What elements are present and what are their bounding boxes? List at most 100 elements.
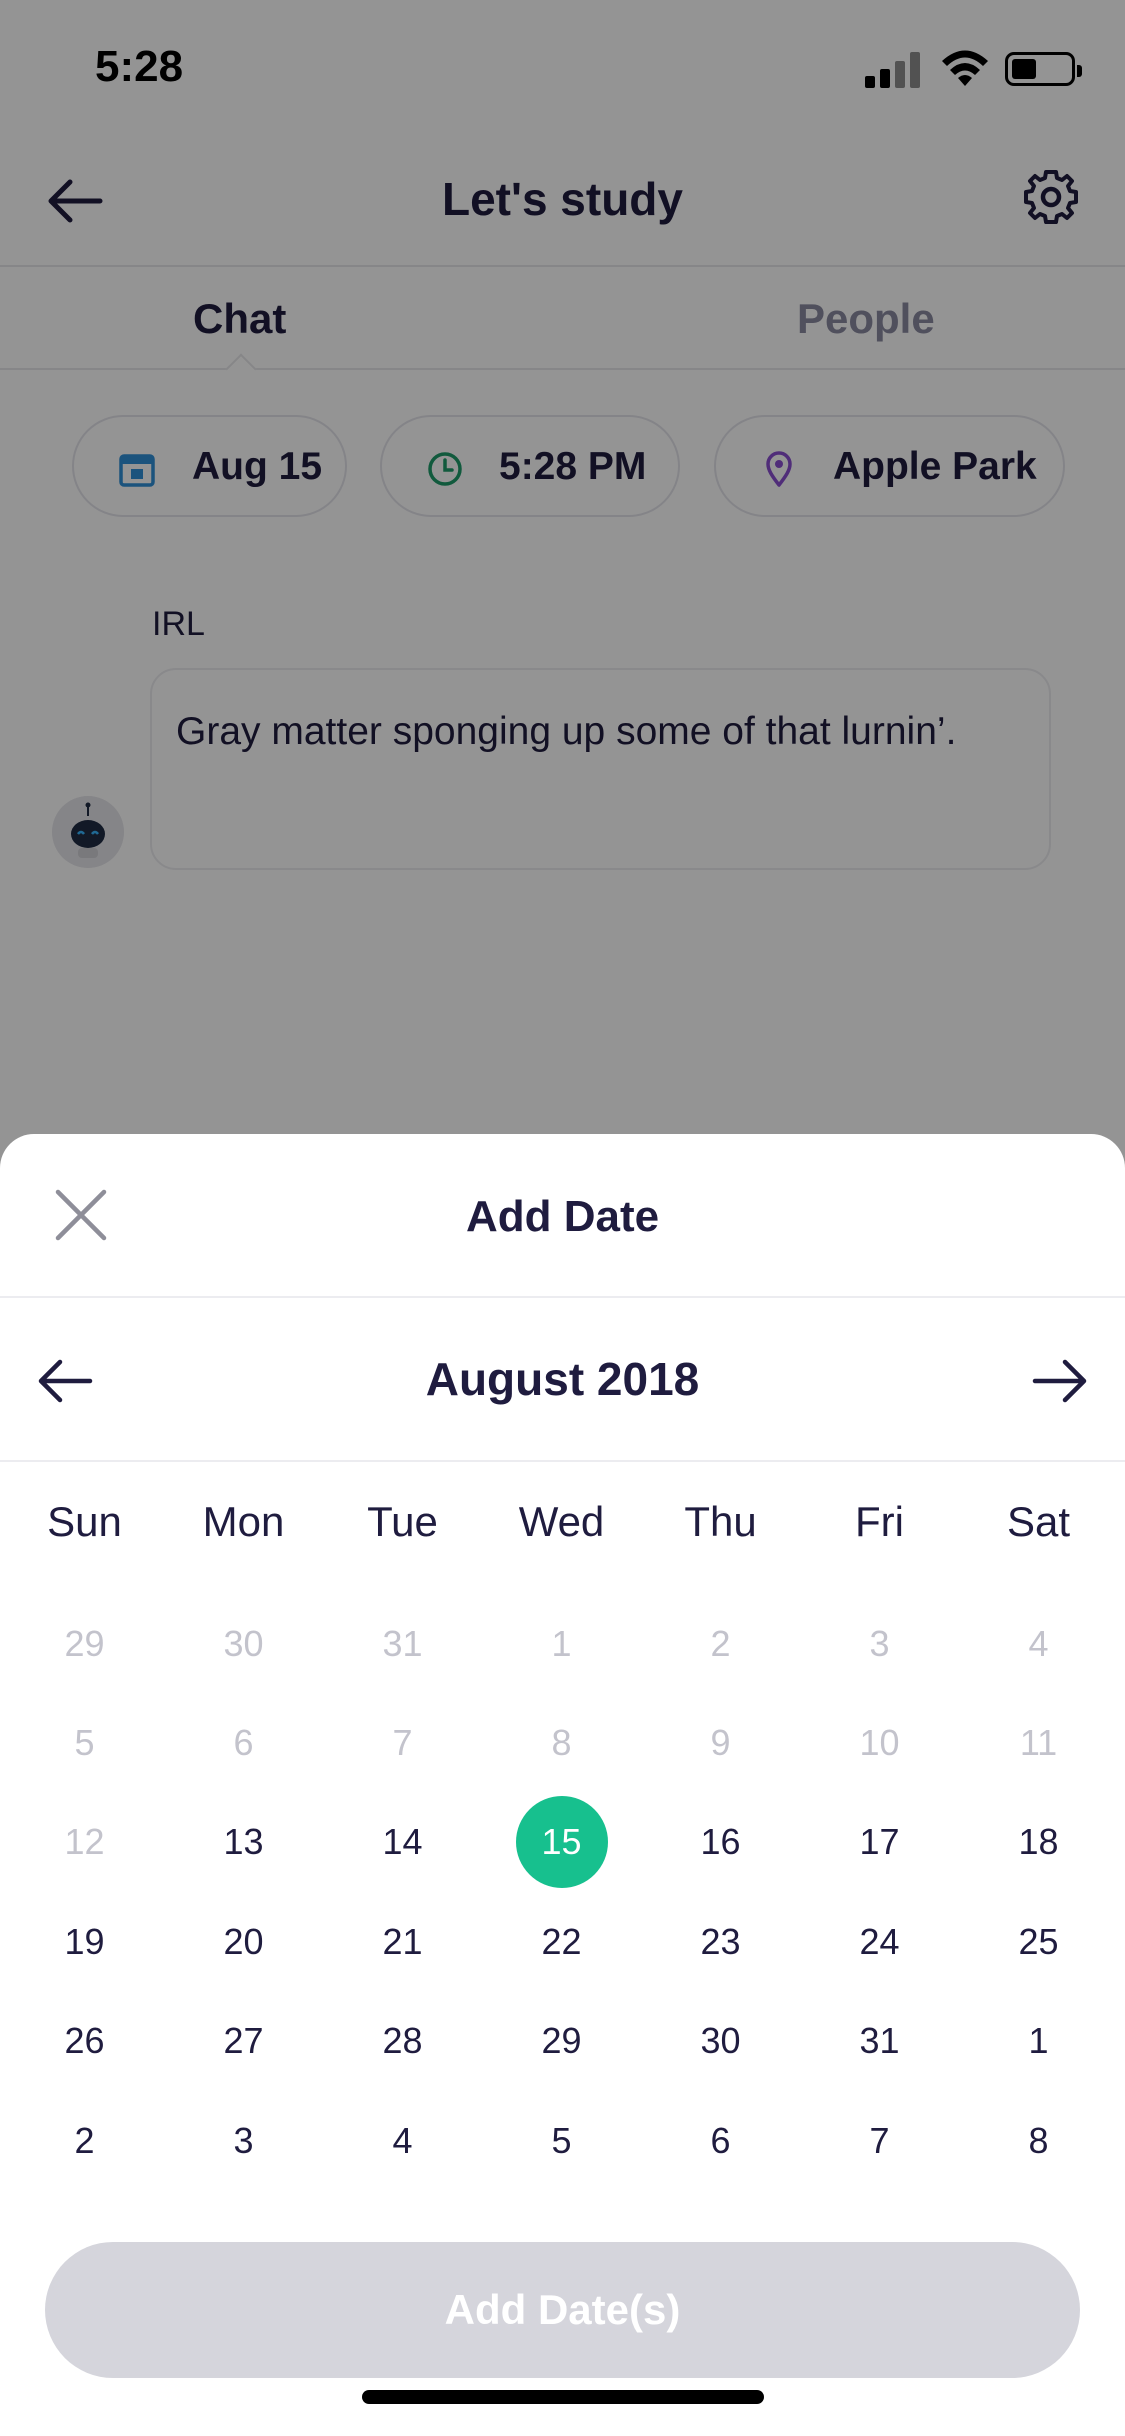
calendar-day[interactable]: 13 — [164, 1793, 323, 1892]
calendar-day[interactable]: 20 — [164, 1892, 323, 1991]
next-month-arrow-icon[interactable] — [1029, 1350, 1091, 1412]
calendar-day-number: 6 — [233, 1721, 254, 1763]
calendar-day[interactable]: 19 — [5, 1892, 164, 1991]
calendar-day-number: 17 — [859, 1821, 900, 1863]
calendar-day[interactable]: 4 — [323, 2091, 482, 2190]
calendar-day-number: 2 — [74, 2119, 95, 2161]
calendar-day-number: 27 — [223, 2020, 264, 2062]
calendar-day: 7 — [323, 1693, 482, 1792]
calendar-day: 10 — [800, 1693, 959, 1792]
calendar-day: 3 — [800, 1594, 959, 1693]
calendar-day-number: 28 — [382, 2020, 423, 2062]
calendar-day-number: 11 — [1019, 1721, 1058, 1763]
calendar-day[interactable]: 8 — [959, 2091, 1118, 2190]
calendar-day[interactable]: 21 — [323, 1892, 482, 1991]
calendar-day-number: 31 — [859, 2020, 900, 2062]
calendar-day[interactable]: 29 — [482, 1992, 641, 2091]
month-navigator: August 2018 — [0, 1298, 1125, 1462]
calendar-day-number: 10 — [859, 1721, 900, 1763]
calendar-day-number: 22 — [541, 1920, 582, 1962]
calendar-day-number: 1 — [551, 1622, 572, 1664]
calendar-day-selected[interactable]: 15 — [482, 1793, 641, 1892]
calendar-day: 8 — [482, 1693, 641, 1792]
calendar-day-number: 29 — [541, 2020, 582, 2062]
calendar-day-number: 18 — [1018, 1821, 1059, 1863]
weekday-label: Fri — [855, 1498, 904, 1545]
calendar-grid: 29 30 31 1 2 3 4 5 6 7 8 9 10 11 12 13 14 15 16 17 18 19 20 21 2… — [0, 1594, 1125, 2194]
calendar-day-number: 7 — [392, 1721, 413, 1763]
weekday-label: Mon — [202, 1498, 285, 1545]
weekday-label: Sat — [1006, 1498, 1071, 1545]
calendar-day-number: 16 — [700, 1821, 741, 1863]
calendar-day[interactable]: 17 — [800, 1793, 959, 1892]
calendar-day: 11 — [959, 1693, 1118, 1792]
calendar-day-number: 3 — [233, 2119, 254, 2161]
calendar-day-number: 1 — [1028, 2020, 1049, 2062]
calendar-day[interactable]: 3 — [164, 2091, 323, 2190]
calendar-day: 29 — [5, 1594, 164, 1693]
calendar-day-number: 23 — [700, 1920, 741, 1962]
calendar-day-number: 5 — [551, 2119, 572, 2161]
calendar-day[interactable]: 31 — [800, 1992, 959, 2091]
calendar-day[interactable]: 23 — [641, 1892, 800, 1991]
calendar-day-number: 29 — [64, 1622, 105, 1664]
sheet-title: Add Date — [465, 1192, 660, 1241]
calendar-day-number: 7 — [869, 2119, 890, 2161]
add-dates-button[interactable]: Add Date(s) — [45, 2242, 1080, 2378]
calendar-day[interactable]: 18 — [959, 1793, 1118, 1892]
home-indicator — [362, 2390, 764, 2404]
calendar-day-number: 24 — [859, 1920, 900, 1962]
calendar-day-number: 6 — [710, 2119, 731, 2161]
calendar-day-number: 19 — [64, 1920, 105, 1962]
calendar-day-number: 26 — [64, 2020, 105, 2062]
weekday-label: Wed — [518, 1498, 605, 1545]
calendar-day-number: 4 — [1028, 1622, 1049, 1664]
calendar-day-number: 15 — [515, 1796, 608, 1889]
calendar-day-number: 12 — [64, 1821, 105, 1863]
calendar-day[interactable]: 25 — [959, 1892, 1118, 1991]
calendar-day[interactable]: 6 — [641, 2091, 800, 2190]
calendar-day-number: 8 — [551, 1721, 572, 1763]
calendar-day: 9 — [641, 1693, 800, 1792]
calendar-day-number: 14 — [382, 1821, 423, 1863]
calendar-day: 2 — [641, 1594, 800, 1693]
calendar-day-number: 2 — [710, 1622, 731, 1664]
calendar-day[interactable]: 24 — [800, 1892, 959, 1991]
calendar-day: 5 — [5, 1693, 164, 1792]
calendar-day-number: 20 — [223, 1920, 264, 1962]
calendar-day-number: 8 — [1028, 2119, 1049, 2161]
calendar-day: 31 — [323, 1594, 482, 1693]
calendar-day[interactable]: 14 — [323, 1793, 482, 1892]
calendar-day[interactable]: 2 — [5, 2091, 164, 2190]
month-title: August 2018 — [425, 1353, 700, 1405]
calendar-day-number: 25 — [1018, 1920, 1059, 1962]
calendar-day[interactable]: 7 — [800, 2091, 959, 2190]
weekday-label: Thu — [684, 1498, 757, 1545]
weekday-label: Tue — [367, 1498, 438, 1545]
weekday-label: Sun — [47, 1498, 122, 1545]
calendar-day: 1 — [482, 1594, 641, 1693]
calendar-day[interactable]: 5 — [482, 2091, 641, 2190]
calendar-day-number: 3 — [869, 1622, 890, 1664]
calendar-day: 30 — [164, 1594, 323, 1693]
calendar-day-number: 4 — [392, 2119, 413, 2161]
calendar-day-number: 31 — [382, 1622, 423, 1664]
calendar-day: 4 — [959, 1594, 1118, 1693]
calendar-day-number: 5 — [74, 1721, 95, 1763]
calendar-day[interactable]: 26 — [5, 1992, 164, 2091]
calendar-day[interactable]: 16 — [641, 1793, 800, 1892]
sheet-header: Add Date — [0, 1134, 1125, 1298]
calendar-day[interactable]: 30 — [641, 1992, 800, 2091]
calendar-day: 6 — [164, 1693, 323, 1792]
calendar-day[interactable]: 28 — [323, 1992, 482, 2091]
calendar-day-number: 30 — [700, 2020, 741, 2062]
calendar-day-number: 9 — [710, 1721, 731, 1763]
calendar-day[interactable]: 22 — [482, 1892, 641, 1991]
calendar-day[interactable]: 1 — [959, 1992, 1118, 2091]
calendar-day-number: 21 — [382, 1920, 423, 1962]
add-date-sheet: Add Date August 2018 Sun Mon Tue Wed Thu… — [0, 1134, 1125, 2436]
weekday-header: Sun Mon Tue Wed Thu Fri Sat — [0, 1498, 1125, 1558]
calendar-day: 12 — [5, 1793, 164, 1892]
calendar-day[interactable]: 27 — [164, 1992, 323, 2091]
calendar-day-number: 30 — [223, 1622, 264, 1664]
